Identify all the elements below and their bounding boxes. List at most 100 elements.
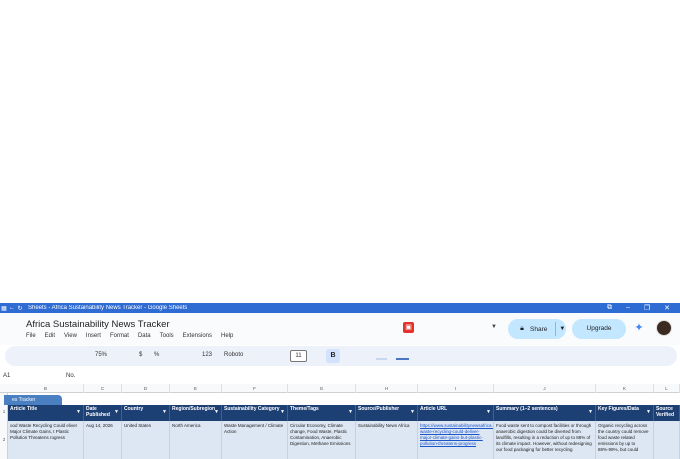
- close-icon[interactable]: ✕: [664, 304, 670, 312]
- table-row: ood Waste Recycling Could eliver Major C…: [8, 421, 680, 459]
- menu-format[interactable]: Format: [110, 333, 129, 339]
- date-cell[interactable]: Aug 14, 2026: [84, 421, 122, 459]
- font-size-input[interactable]: 11: [290, 350, 307, 362]
- summary-cell[interactable]: Food waste sent to compost facilities or…: [494, 421, 596, 459]
- avatar[interactable]: [656, 320, 672, 336]
- share-menu-chevron-icon[interactable]: ▼: [559, 326, 565, 332]
- currency-format-button[interactable]: $: [139, 352, 142, 358]
- source-cell[interactable]: Sustainability News Africa: [356, 421, 418, 459]
- menu-insert[interactable]: Insert: [86, 333, 101, 339]
- category-cell[interactable]: Waste Management / Climate Action: [222, 421, 288, 459]
- header-label: Region/Subregion: [172, 406, 216, 412]
- empty-canvas-area: [0, 0, 680, 303]
- article-title-cell[interactable]: ood Waste Recycling Could eliver Major C…: [8, 421, 84, 459]
- column-header[interactable]: C: [84, 384, 122, 393]
- column-header[interactable]: I: [418, 384, 494, 393]
- column-header[interactable]: H: [356, 384, 418, 393]
- header-label: Source/Publisher: [358, 406, 400, 412]
- header-cell[interactable]: Article URL ▼: [418, 405, 494, 421]
- menu-edit[interactable]: Edit: [45, 333, 55, 339]
- column-header[interactable]: G: [288, 384, 356, 393]
- font-family-select[interactable]: Roboto: [224, 352, 243, 358]
- header-label: Key Figures/Data: [598, 406, 639, 412]
- header-label: Source Verified: [656, 406, 675, 418]
- key-figures-cell[interactable]: Organic recycling across the country cou…: [596, 421, 654, 459]
- sheets-app-icon: ▦: [1, 305, 7, 312]
- document-title[interactable]: Africa Sustainability News Tracker: [26, 319, 170, 330]
- filter-chevron-icon[interactable]: ▼: [410, 409, 415, 416]
- menu-help[interactable]: Help: [221, 333, 233, 339]
- office-extension-icon[interactable]: ▣: [403, 322, 414, 333]
- filter-chevron-icon[interactable]: ▼: [280, 409, 285, 416]
- column-header[interactable]: F: [222, 384, 288, 393]
- header-cell[interactable]: Source Verified: [654, 405, 680, 421]
- share-label: Share: [530, 325, 548, 333]
- column-headers: B C D E F G H I J K L: [0, 384, 680, 393]
- extensions-icon[interactable]: ⧉: [607, 304, 612, 312]
- filter-chevron-icon[interactable]: ▼: [486, 409, 491, 416]
- filter-chevron-icon[interactable]: ▼: [214, 409, 219, 416]
- restore-icon[interactable]: ❐: [644, 304, 650, 312]
- row-number[interactable]: 1: [0, 409, 8, 414]
- header-label: Country: [124, 406, 144, 412]
- lock-icon: 🔒︎: [520, 325, 524, 332]
- filter-chevron-icon[interactable]: ▼: [588, 409, 593, 416]
- zoom-select[interactable]: 75%: [95, 352, 107, 358]
- menu-view[interactable]: View: [64, 333, 77, 339]
- menu-data[interactable]: Data: [138, 333, 151, 339]
- name-box[interactable]: A1: [3, 373, 10, 379]
- header-cell[interactable]: Theme/Tags ▼: [288, 405, 356, 421]
- menu-bar: File Edit View Insert Format Data Tools …: [26, 333, 233, 339]
- row-number[interactable]: 2: [0, 437, 8, 442]
- column-header[interactable]: E: [170, 384, 222, 393]
- filter-chevron-icon[interactable]: ▼: [76, 409, 81, 416]
- table-name-chip[interactable]: es Tracker: [4, 395, 62, 405]
- header-label: Summary (1–2 sentences): [496, 406, 558, 412]
- fill-color-swatch[interactable]: [376, 358, 387, 360]
- share-button[interactable]: 🔒︎ Share ▼: [508, 319, 566, 339]
- article-url-link[interactable]: https://www.sustainabilitynewsafrica.com…: [418, 421, 494, 459]
- column-header[interactable]: K: [596, 384, 654, 393]
- source-verified-cell[interactable]: [654, 421, 680, 459]
- header-label: Date Published: [86, 406, 110, 418]
- country-cell[interactable]: United States: [122, 421, 170, 459]
- menu-file[interactable]: File: [26, 333, 36, 339]
- bold-button[interactable]: B: [326, 349, 340, 363]
- header-cell[interactable]: Article Title ▼: [8, 405, 84, 421]
- column-header[interactable]: D: [122, 384, 170, 393]
- formula-input[interactable]: No.: [66, 373, 75, 379]
- filter-chevron-icon[interactable]: ▼: [162, 409, 167, 416]
- column-header[interactable]: L: [654, 384, 680, 393]
- column-header[interactable]: J: [494, 384, 596, 393]
- menu-tools[interactable]: Tools: [160, 333, 174, 339]
- percent-format-button[interactable]: %: [154, 352, 159, 358]
- gemini-sparkle-icon[interactable]: ✦: [633, 322, 645, 334]
- minimize-icon[interactable]: –: [626, 304, 630, 312]
- number-format-button[interactable]: 123: [202, 352, 212, 358]
- header-label: Article Title: [10, 406, 38, 412]
- text-color-swatch[interactable]: [396, 358, 409, 360]
- header-cell[interactable]: Region/Subregion ▼: [170, 405, 222, 421]
- header-cell[interactable]: Source/Publisher ▼: [356, 405, 418, 421]
- region-cell[interactable]: North America: [170, 421, 222, 459]
- header-cell[interactable]: Sustainability Category ▼: [222, 405, 288, 421]
- header-cell[interactable]: Country ▼: [122, 405, 170, 421]
- filter-chevron-icon[interactable]: ▼: [646, 409, 651, 416]
- menu-extensions[interactable]: Extensions: [183, 333, 212, 339]
- header-cell[interactable]: Summary (1–2 sentences) ▼: [494, 405, 596, 421]
- header-cell[interactable]: Date Published ▼: [84, 405, 122, 421]
- app-header: Africa Sustainability News Tracker File …: [0, 313, 680, 345]
- filter-chevron-icon[interactable]: ▼: [348, 409, 353, 416]
- header-label: Sustainability Category: [224, 406, 280, 412]
- formula-bar: A1 No.: [0, 370, 680, 383]
- filter-chevron-icon[interactable]: ▼: [114, 409, 119, 416]
- header-cell[interactable]: Key Figures/Data ▼: [596, 405, 654, 421]
- window-title-bar: ▦ ← ↻ Sheets - Africa Sustainability New…: [0, 303, 680, 313]
- reload-icon[interactable]: ↻: [16, 305, 24, 312]
- back-arrow-icon[interactable]: ←: [8, 305, 16, 311]
- upgrade-button[interactable]: Upgrade: [572, 319, 626, 339]
- table-header-row: Article Title ▼ Date Published ▼ Country ▼ …: [8, 405, 680, 421]
- chevron-down-icon[interactable]: ▼: [491, 324, 497, 330]
- tags-cell[interactable]: Circular Economy, Climate change, Food W…: [288, 421, 356, 459]
- column-header[interactable]: B: [8, 384, 84, 393]
